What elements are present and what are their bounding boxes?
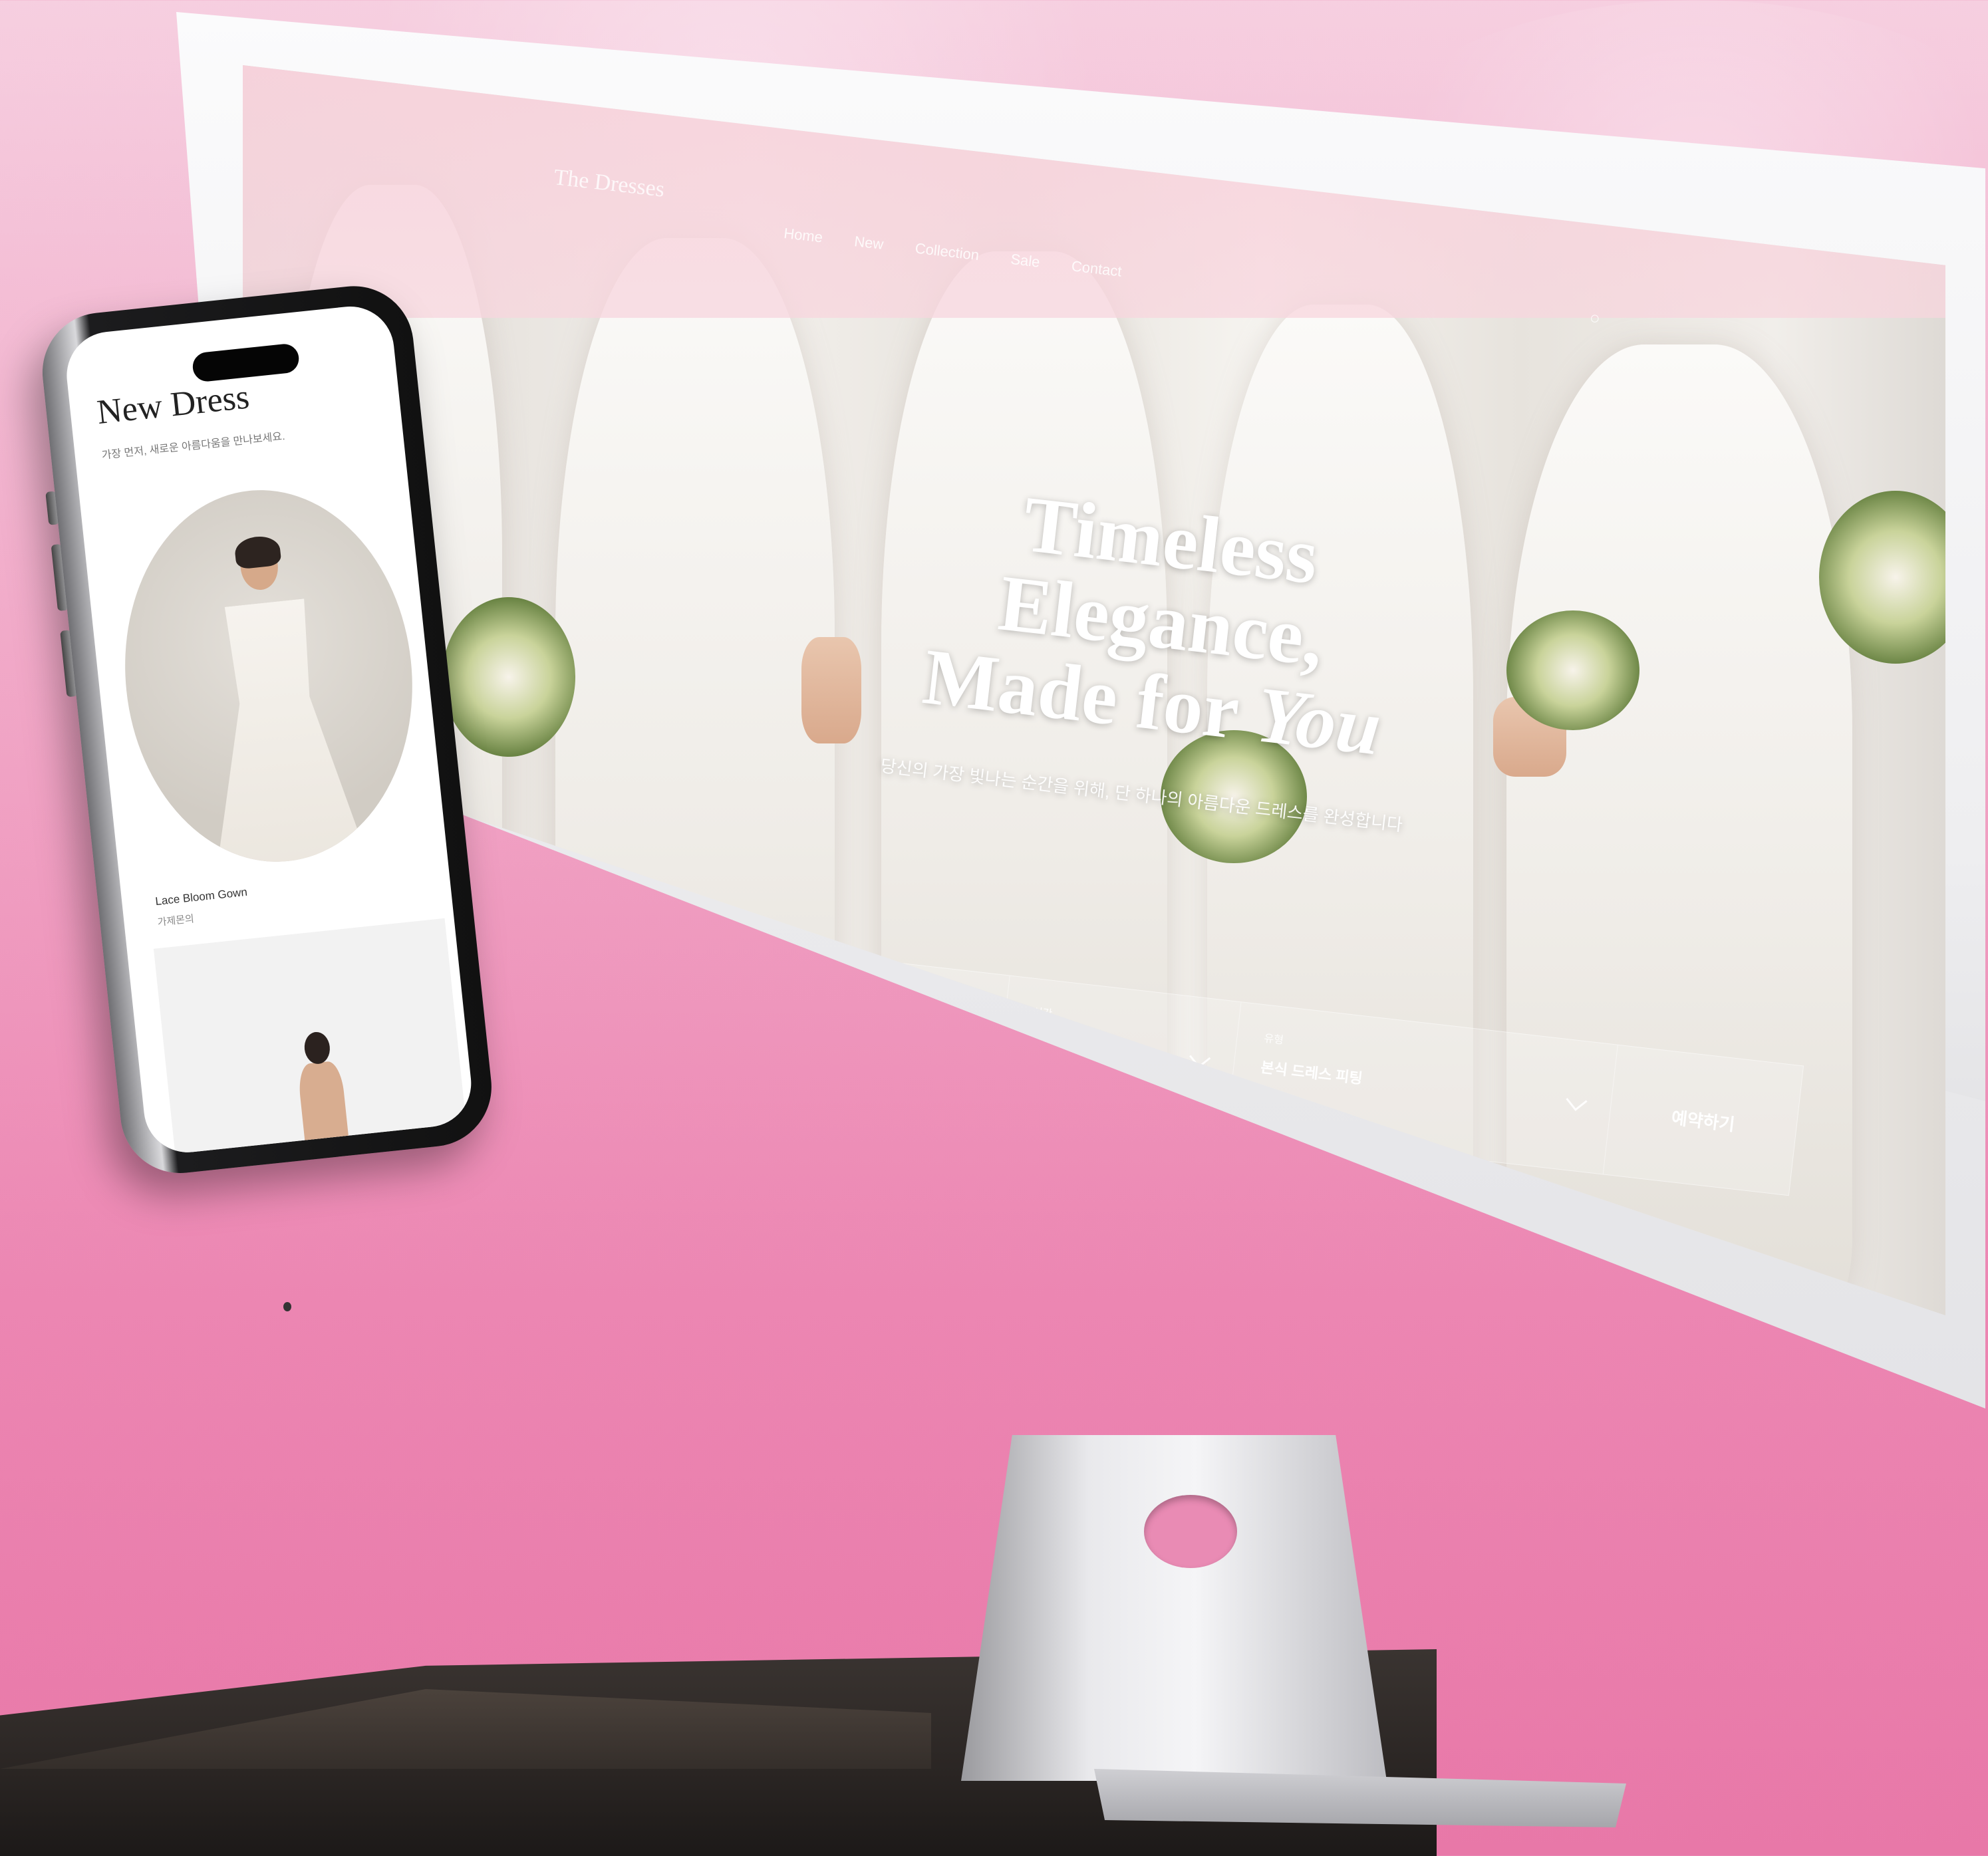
product-brand: 가제몬의 <box>156 913 195 928</box>
stand-cable-hole <box>1144 1495 1237 1568</box>
hero-photo-bouquet <box>442 597 575 757</box>
hero-photo-bouquet <box>1506 610 1639 730</box>
date-value: 2026-01-25 <box>804 1003 881 1029</box>
product-gown <box>185 595 373 876</box>
website-screen: The Dresses Home New Collection Sale Con… <box>243 65 1945 1315</box>
nav-item-sale[interactable]: Sale <box>1010 251 1041 271</box>
imac-stand <box>961 1435 1387 1781</box>
section-subtitle: 가장 먼저, 새로운 아름다움을 만나보세요. <box>101 430 286 462</box>
model-head <box>303 1031 332 1065</box>
product-card[interactable] <box>153 918 469 1157</box>
model-hair <box>233 534 282 570</box>
user-icon[interactable]: ○ <box>1588 307 1601 329</box>
chevron-down-icon <box>958 1020 980 1042</box>
reserve-button[interactable]: 예약하기 <box>1604 1045 1803 1195</box>
indicator-dot <box>283 1302 291 1311</box>
section-title: New Dress <box>95 378 251 432</box>
nav-item-new[interactable]: New <box>853 233 885 253</box>
product-name[interactable]: Lace Bloom Gown <box>155 886 248 908</box>
hero-title-emphasis: You <box>1252 669 1386 772</box>
hero-photo-dress <box>555 238 835 1236</box>
product-image[interactable] <box>106 475 431 876</box>
